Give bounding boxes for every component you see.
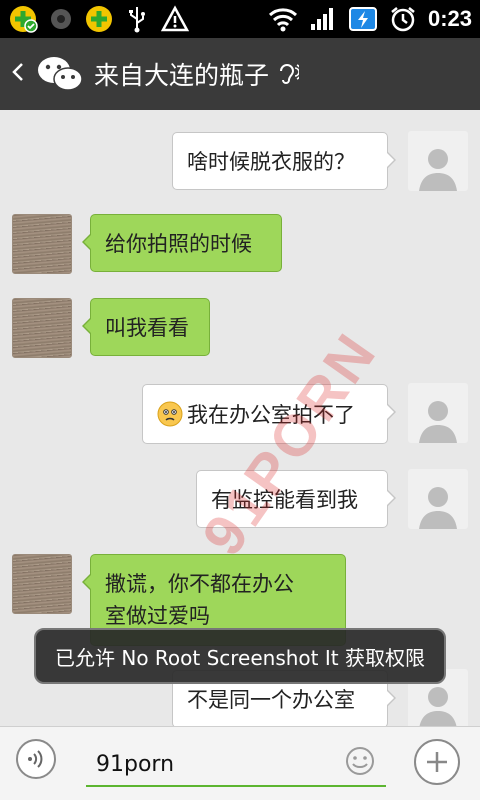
usb-icon — [122, 4, 152, 34]
person-icon — [419, 687, 457, 726]
status-right-icons: 0:23 — [268, 4, 472, 34]
chevron-left-icon — [11, 61, 25, 87]
back-button[interactable] — [0, 38, 36, 110]
message-text: 啥时候脱衣服的？ — [187, 150, 355, 174]
emoji-button[interactable] — [344, 745, 376, 777]
message-text: 叫我看看 — [105, 316, 189, 340]
alarm-icon — [388, 4, 418, 34]
message-text: 不是同一个办公室 — [187, 688, 355, 712]
message-text: 我在办公室拍不了 — [187, 403, 355, 427]
chat-area[interactable]: 啥时候脱衣服的？ 给你拍照的时候 叫我看看 我在办公室拍不了 有监控能看到我 撒… — [0, 110, 480, 726]
status-time: 0:23 — [427, 6, 472, 31]
message-bubble-right[interactable]: 我在办公室拍不了 — [142, 384, 396, 444]
message-bubble-left[interactable]: 叫我看看 — [82, 298, 210, 356]
avatar[interactable] — [408, 131, 468, 191]
more-options-button[interactable] — [414, 739, 460, 785]
wifi-icon — [268, 4, 298, 34]
warning-icon — [160, 4, 190, 34]
plus-icon — [427, 752, 447, 772]
message-input[interactable] — [86, 743, 386, 787]
toast-text: 已允许 No Root Screenshot It 获取权限 — [55, 645, 425, 670]
avatar[interactable] — [12, 554, 72, 614]
battery-charging-icon — [348, 4, 378, 34]
person-icon — [419, 149, 457, 191]
ear-icon[interactable] — [277, 62, 300, 86]
smiley-icon — [346, 747, 374, 775]
message-text-line: 撒谎，你不都在办公 — [105, 572, 294, 596]
avatar[interactable] — [408, 469, 468, 529]
voice-input-button[interactable] — [16, 739, 56, 779]
360-security-icon — [8, 4, 38, 34]
person-icon — [419, 487, 457, 529]
message-bubble-left[interactable]: 给你拍照的时候 — [82, 214, 282, 272]
360-plus-icon — [84, 4, 114, 34]
wechat-icon — [36, 54, 84, 94]
voice-wave-icon — [28, 750, 43, 768]
message-text: 有监控能看到我 — [211, 488, 358, 512]
avatar[interactable] — [12, 214, 72, 274]
page-title: 来自大连的瓶子 — [94, 61, 270, 90]
person-icon — [419, 401, 457, 443]
message-text: 给你拍照的时候 — [105, 232, 252, 256]
signal-icon — [308, 4, 338, 34]
message-bubble-right[interactable]: 有监控能看到我 — [196, 470, 396, 528]
title-bar: 来自大连的瓶子 — [0, 38, 480, 110]
status-bar: 0:23 — [0, 0, 480, 38]
message-bubble-right[interactable]: 啥时候脱衣服的？ — [172, 132, 396, 190]
status-left-icons — [8, 4, 190, 34]
circle-dot-icon — [46, 4, 76, 34]
input-bar — [0, 726, 480, 800]
avatar[interactable] — [12, 298, 72, 358]
sad-face-icon — [157, 401, 183, 427]
toast-message: 已允许 No Root Screenshot It 获取权限 — [34, 628, 446, 684]
avatar[interactable] — [408, 383, 468, 443]
